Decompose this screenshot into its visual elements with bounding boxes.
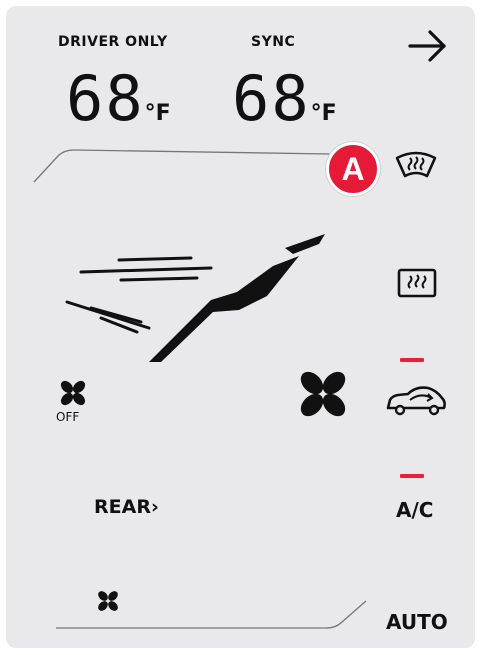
rear-defrost-icon[interactable] xyxy=(396,266,438,300)
fan-off-label[interactable]: OFF xyxy=(56,410,79,424)
ac-indicator xyxy=(400,474,424,478)
fan-speed-icon[interactable] xyxy=(296,368,350,420)
callout-marker-a: A xyxy=(326,142,380,196)
fan-off-icon[interactable] xyxy=(56,378,90,408)
airflow-direction-graphic[interactable] xyxy=(61,226,341,366)
recirculation-icon[interactable] xyxy=(384,382,448,418)
rear-button[interactable]: REAR› xyxy=(94,496,159,518)
chevron-right-icon: › xyxy=(150,496,159,518)
ac-button[interactable]: A/C xyxy=(396,498,433,522)
front-defrost-icon[interactable] xyxy=(394,148,438,184)
rear-fan-icon[interactable] xyxy=(96,590,120,612)
recirculation-indicator xyxy=(400,358,424,362)
rear-label: REAR xyxy=(94,496,151,518)
climate-control-panel: DRIVER ONLY SYNC 68°F 68°F A OFF REAR› A… xyxy=(6,6,475,648)
auto-button[interactable]: AUTO xyxy=(386,610,448,634)
